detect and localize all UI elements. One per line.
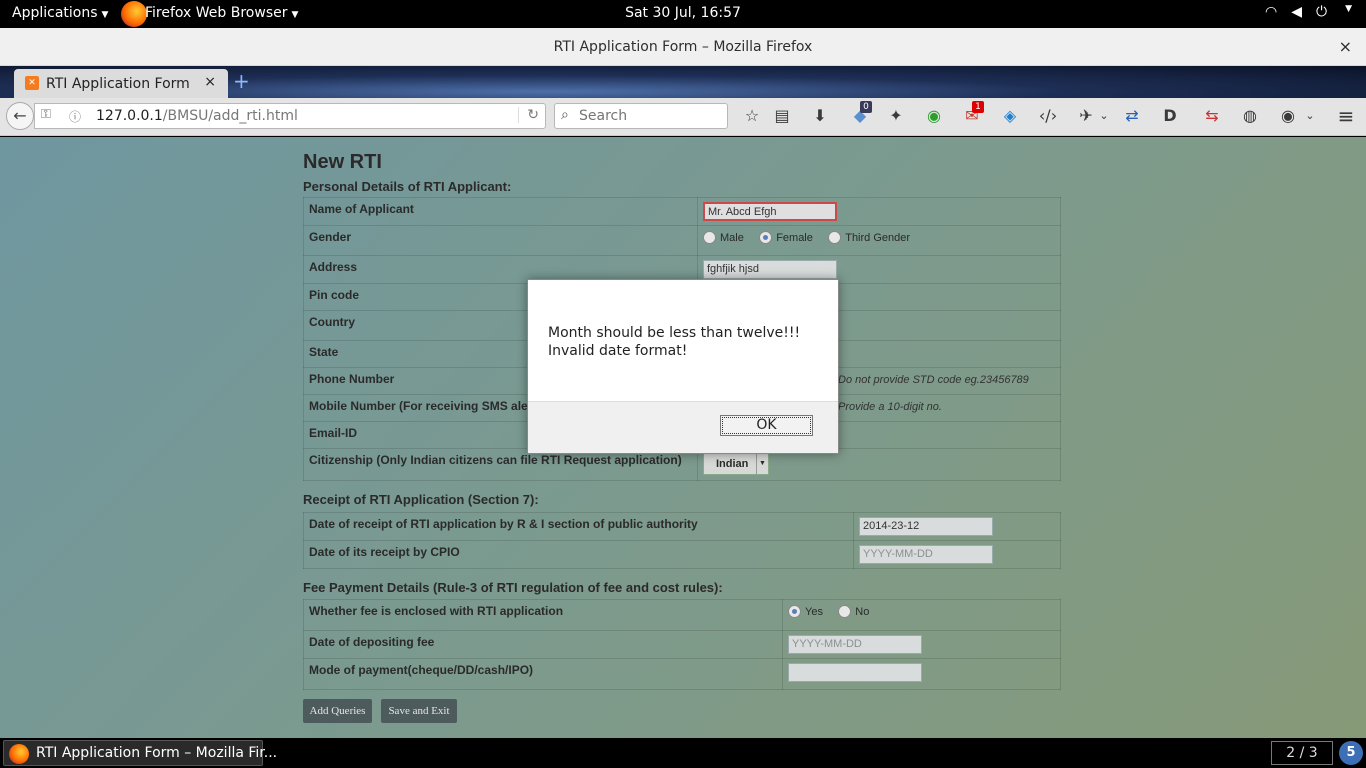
arrows-icon[interactable]: ⇆ [1200,104,1224,128]
firefox-icon [9,744,29,764]
code-icon[interactable]: ‹/› [1036,104,1060,128]
download-icon[interactable]: ⬇ [808,104,832,128]
puzzle-icon[interactable]: ✦ [884,104,908,128]
alert-message: Month should be less than twelve!!! Inva… [548,324,800,360]
url-bar[interactable]: ⚿ ⓘ 127.0.0.1/BMSU/add_rti.html ↻ [34,103,546,129]
info-icon[interactable]: ⓘ [69,108,81,125]
reload-icon[interactable]: ↻ [518,107,539,123]
arrow-left-icon: ← [13,106,27,125]
tab-strip: ✕ RTI Application Form × + [0,66,1366,98]
search-input[interactable] [579,107,719,125]
diamond-icon[interactable]: ◈ [998,104,1022,128]
tab-rti-application-form[interactable]: ✕ RTI Application Form × [14,69,228,98]
new-tab-button[interactable]: + [233,69,250,93]
system-menu[interactable]: ◠ ◀ ⏻ ▼ [1265,4,1352,20]
xampp-favicon-icon: ✕ [25,76,39,90]
workspace-indicator[interactable]: 2 / 3 [1271,741,1333,765]
taskbar-window-button[interactable]: RTI Application Form – Mozilla Fir... [3,740,277,766]
chevron-down-icon[interactable]: ⌄ [1092,104,1116,128]
bookmark-star-icon[interactable]: ☆ [740,104,764,128]
translate-icon[interactable]: ⇄ [1120,104,1144,128]
back-button[interactable]: ← [6,102,34,130]
extension-icon[interactable]: ◆ 0 [848,101,872,128]
eye-icon[interactable]: ◉ [1276,104,1300,128]
window-title-bar: RTI Application Form – Mozilla Firefox × [0,28,1366,66]
search-box[interactable]: ⌕ [554,103,728,129]
url-text[interactable]: 127.0.0.1/BMSU/add_rti.html [96,108,298,124]
alert-footer: OK [528,401,838,453]
chevron-down-icon[interactable]: ⌄ [1298,104,1322,128]
window-title: RTI Application Form – Mozilla Firefox [553,39,813,55]
chevron-down-icon: ▼ [1345,4,1352,14]
taskbar-window-title: RTI Application Form – Mozilla Fir... [36,745,278,761]
tab-title: RTI Application Form [46,76,190,92]
navigation-toolbar: ⚿ ⓘ 127.0.0.1/BMSU/add_rti.html ↻ ← ⌕ ☆ … [0,98,1366,136]
wifi-icon: ◠ [1265,4,1278,20]
notification-count-badge[interactable]: 5 [1339,741,1363,765]
alert-line-1: Month should be less than twelve!!! [548,325,801,341]
url-path: /BMSU/add_rti.html [162,108,298,124]
power-icon: ⏻ [1316,4,1328,20]
key-icon[interactable]: ⚿ [41,107,51,122]
mail-badge: 1 [972,101,984,113]
extension-badge: 0 [860,101,872,113]
url-host: 127.0.0.1 [96,108,163,124]
clock[interactable]: Sat 30 Jul, 16:57 [0,5,1366,21]
bottom-taskbar: RTI Application Form – Mozilla Fir... 2 … [0,738,1366,768]
tab-close-button[interactable]: × [204,74,216,90]
globe-icon[interactable]: ◍ [1238,104,1262,128]
bookmarks-menu-icon[interactable]: ▤ [770,104,794,128]
window-close-button[interactable]: × [1339,28,1352,66]
gnome-top-bar: Applications ▼ Firefox Web Browser ▼ Sat 3… [0,0,1366,28]
ok-button[interactable]: OK [720,415,813,436]
search-icon: ⌕ [561,107,569,123]
green-circle-icon[interactable]: ◉ [922,104,946,128]
hamburger-menu-icon[interactable]: ≡ [1334,104,1358,128]
alert-line-2: Invalid date format! [548,343,688,359]
alert-dialog: Month should be less than twelve!!! Inva… [527,279,839,454]
d-icon[interactable]: D [1158,104,1182,128]
mail-icon[interactable]: ✉ 1 [960,101,984,128]
volume-icon: ◀ [1291,4,1302,20]
